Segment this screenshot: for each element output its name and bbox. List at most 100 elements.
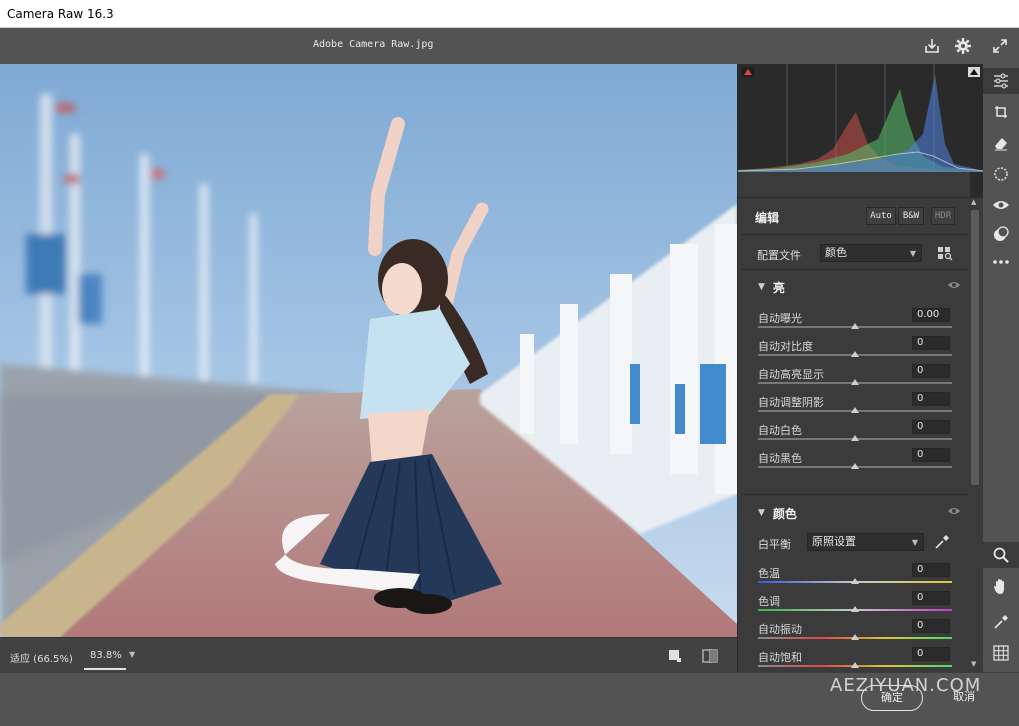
slider-label: 自动振动 — [758, 623, 802, 636]
edit-panel: 编辑 Auto B&W HDR 配置文件 颜色 ▼ ▼ 亮 自动曝光 0.00 … — [737, 64, 983, 672]
eyedropper-icon[interactable] — [933, 533, 951, 551]
slider-whites[interactable]: 自动白色 0 — [755, 420, 955, 450]
chevron-down-icon: ▼ — [758, 508, 765, 518]
fullscreen-icon[interactable] — [989, 35, 1011, 57]
top-toolbar: Adobe Camera Raw.jpg — [0, 28, 1019, 64]
zoom-icon[interactable] — [983, 542, 1019, 568]
slider-tint[interactable]: 色调 0 — [755, 591, 955, 621]
divider — [741, 269, 969, 270]
slider-handle[interactable] — [851, 606, 859, 612]
sampler-icon[interactable] — [983, 609, 1019, 635]
grid-icon[interactable] — [983, 640, 1019, 666]
tool-strip — [983, 64, 1019, 672]
mask-icon[interactable] — [983, 161, 1019, 187]
slider-handle[interactable] — [851, 323, 859, 329]
edit-icon[interactable] — [983, 68, 1019, 94]
slider-saturation[interactable]: 自动饱和 0 — [755, 647, 955, 672]
slider-vibrance[interactable]: 自动振动 0 — [755, 619, 955, 649]
more-icon[interactable] — [983, 249, 1019, 275]
highlight-clip-warning-icon[interactable] — [967, 66, 981, 78]
file-name: Adobe Camera Raw.jpg — [313, 39, 434, 50]
slider-shadows[interactable]: 自动调整阴影 0 — [755, 392, 955, 422]
slider-label: 自动高亮显示 — [758, 368, 824, 381]
slider-value-input[interactable]: 0.00 — [912, 308, 950, 322]
color-section-header[interactable]: ▼ 颜色 — [741, 500, 969, 526]
slider-label: 自动饱和 — [758, 651, 802, 664]
slider-value-input[interactable]: 0 — [912, 591, 950, 605]
slider-contrast[interactable]: 自动对比度 0 — [755, 336, 955, 366]
image-canvas[interactable] — [0, 64, 737, 637]
zoom-current-value: 83.8% — [90, 650, 122, 661]
eye-icon[interactable] — [947, 506, 961, 519]
slider-blacks[interactable]: 自动黑色 0 — [755, 448, 955, 478]
light-section-title: 亮 — [772, 280, 785, 295]
before-after-icon[interactable] — [700, 647, 720, 665]
white-balance-value: 原照设置 — [812, 535, 856, 548]
slider-label: 自动调整阴影 — [758, 396, 824, 409]
scroll-up-icon[interactable]: ▲ — [971, 198, 976, 206]
slider-temperature[interactable]: 色温 0 — [755, 563, 955, 593]
eye-icon[interactable] — [947, 280, 961, 293]
profile-dropdown[interactable]: 颜色 ▼ — [820, 244, 922, 262]
divider — [741, 234, 969, 235]
slider-exposure[interactable]: 自动曝光 0.00 — [755, 308, 955, 338]
slider-value-input[interactable]: 0 — [912, 647, 950, 661]
slider-label: 自动黑色 — [758, 452, 802, 465]
window-title: Camera Raw 16.3 — [0, 0, 1019, 28]
slider-highlights[interactable]: 自动高亮显示 0 — [755, 364, 955, 394]
scroll-down-icon[interactable]: ▼ — [971, 660, 976, 668]
slider-value-input[interactable]: 0 — [912, 420, 950, 434]
settings-icon[interactable] — [952, 35, 974, 57]
chevron-down-icon: ▼ — [909, 249, 916, 258]
view-mode-icon[interactable] — [667, 648, 683, 664]
white-balance-dropdown[interactable]: 原照设置 ▼ — [807, 533, 924, 551]
eraser-icon[interactable] — [983, 130, 1019, 156]
redeye-icon[interactable] — [983, 192, 1019, 218]
hdr-button[interactable]: HDR — [931, 207, 955, 225]
chevron-down-icon: ▼ — [911, 538, 918, 547]
slider-label: 色调 — [758, 595, 780, 608]
profile-value: 颜色 — [825, 246, 847, 259]
slider-handle[interactable] — [851, 662, 859, 668]
save-icon[interactable] — [921, 35, 943, 57]
presets-icon[interactable] — [983, 221, 1019, 247]
footer-bar: AEZIYUAN.COM 确定 取消 — [0, 672, 1019, 726]
auto-button[interactable]: Auto — [866, 207, 896, 225]
slider-label: 自动对比度 — [758, 340, 813, 353]
slider-handle[interactable] — [851, 435, 859, 441]
cancel-button[interactable]: 取消 — [937, 685, 991, 711]
color-section-title: 颜色 — [772, 506, 797, 521]
crop-icon[interactable] — [983, 99, 1019, 125]
slider-value-input[interactable]: 0 — [912, 336, 950, 350]
histogram-divider — [738, 197, 983, 206]
histogram-info — [738, 172, 970, 197]
slider-value-input[interactable]: 0 — [912, 563, 950, 577]
slider-value-input[interactable]: 0 — [912, 619, 950, 633]
slider-handle[interactable] — [851, 351, 859, 357]
profile-label: 配置文件 — [757, 249, 801, 262]
shadow-clip-warning-icon[interactable] — [741, 66, 755, 78]
zoom-current-box[interactable]: 83.8% — [84, 641, 126, 670]
hand-icon[interactable] — [983, 573, 1019, 599]
slider-label: 色温 — [758, 567, 780, 580]
bw-button[interactable]: B&W — [898, 207, 924, 225]
slider-handle[interactable] — [851, 463, 859, 469]
scrollbar-thumb[interactable] — [971, 210, 979, 485]
slider-handle[interactable] — [851, 379, 859, 385]
edit-title: 编辑 — [755, 211, 780, 225]
slider-label: 自动曝光 — [758, 312, 802, 325]
slider-handle[interactable] — [851, 407, 859, 413]
ok-button[interactable]: 确定 — [861, 685, 923, 711]
slider-value-input[interactable]: 0 — [912, 364, 950, 378]
light-section-header[interactable]: ▼ 亮 — [741, 274, 969, 300]
profile-browser-icon[interactable] — [936, 244, 954, 262]
zoom-fit-label[interactable]: 适应 (66.5%) — [10, 650, 73, 665]
zoom-dropdown-icon[interactable]: ▼ — [129, 650, 135, 659]
slider-value-input[interactable]: 0 — [912, 392, 950, 406]
slider-value-input[interactable]: 0 — [912, 448, 950, 462]
slider-handle[interactable] — [851, 578, 859, 584]
slider-label: 自动白色 — [758, 424, 802, 437]
zoom-bar: 适应 (66.5%) 83.8% ▼ — [0, 637, 737, 672]
slider-handle[interactable] — [851, 634, 859, 640]
white-balance-label: 白平衡 — [758, 538, 791, 551]
